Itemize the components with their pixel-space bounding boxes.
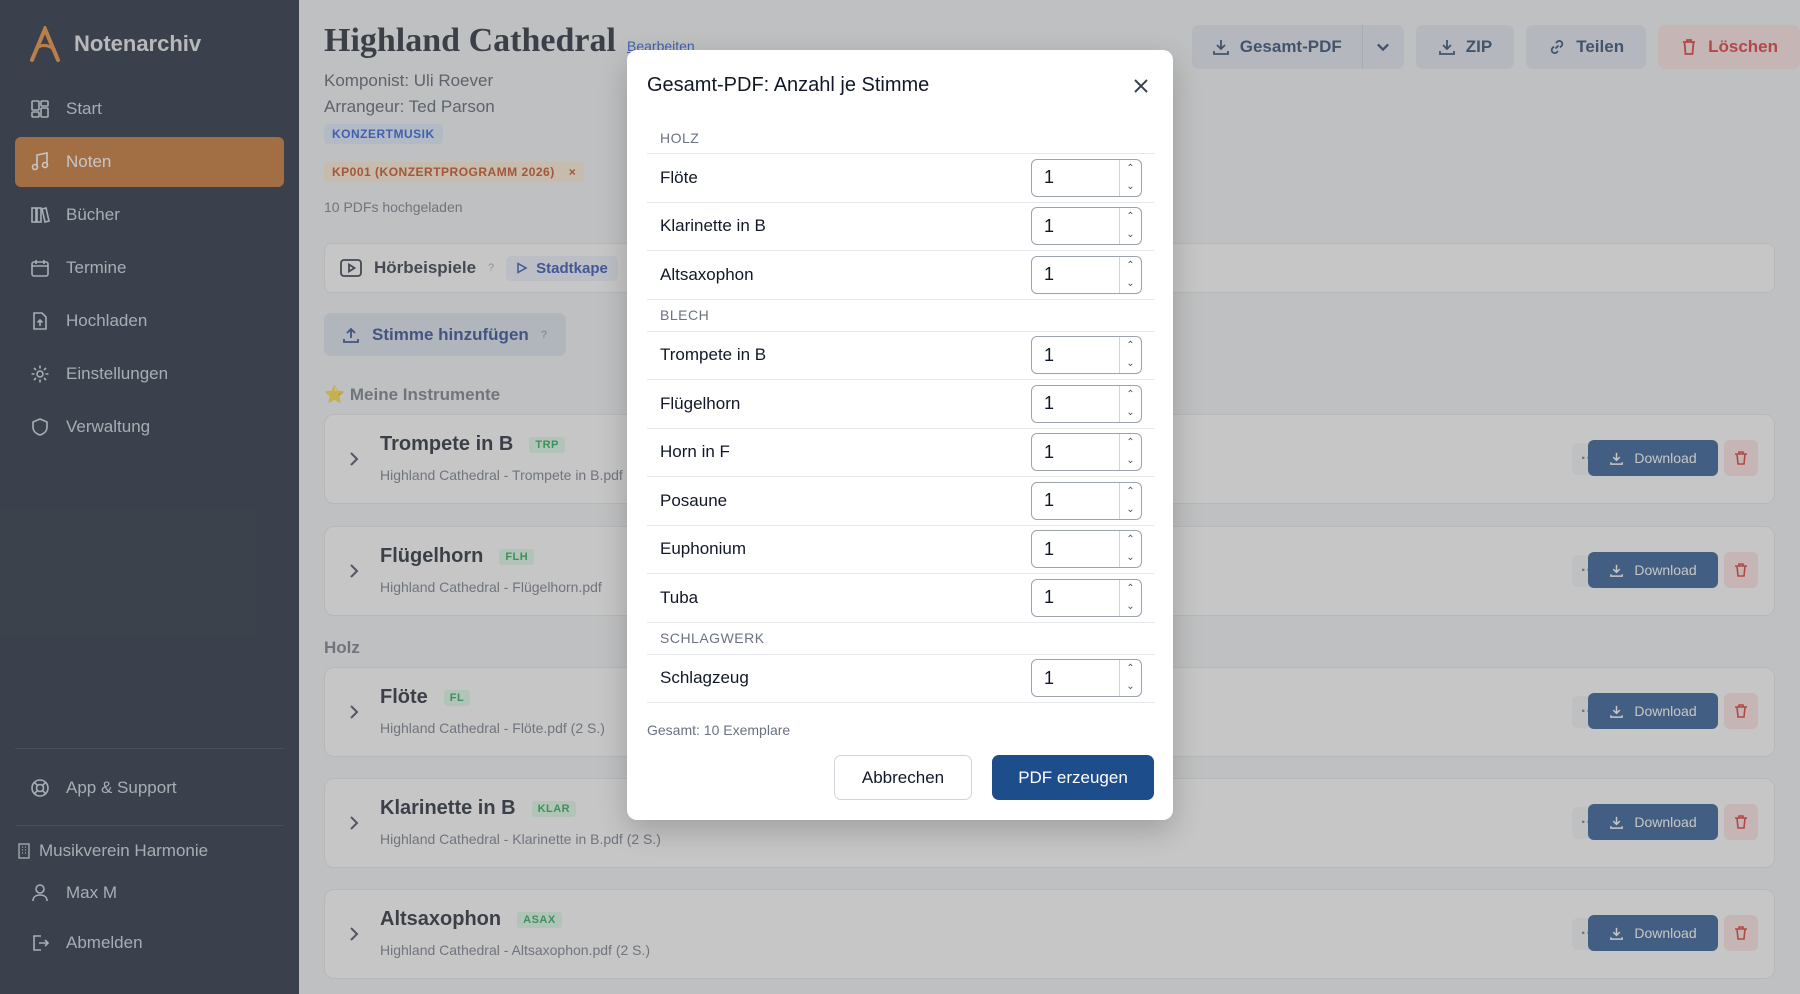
quantity-value[interactable]: 1 xyxy=(1032,490,1119,511)
dialog-title: Gesamt-PDF: Anzahl je Stimme xyxy=(647,74,930,96)
quantity-stepper[interactable]: 1 ⌃ ⌄ xyxy=(1031,336,1142,375)
quantity-value[interactable]: 1 xyxy=(1032,442,1119,463)
chevron-down-icon[interactable]: ⌄ xyxy=(1126,601,1134,612)
quantity-value[interactable]: 1 xyxy=(1032,264,1119,285)
stepper-arrows[interactable]: ⌃ ⌄ xyxy=(1119,434,1141,471)
quantity-stepper[interactable]: 1 ⌃ ⌄ xyxy=(1031,481,1142,520)
count-row: Horn in F 1 ⌃ ⌄ xyxy=(647,429,1154,477)
count-label: Schlagzeug xyxy=(660,668,749,688)
chevron-up-icon[interactable]: ⌃ xyxy=(1126,163,1134,174)
group-header: HOLZ xyxy=(647,122,1154,154)
quantity-value[interactable]: 1 xyxy=(1032,668,1119,689)
chevron-up-icon[interactable]: ⌃ xyxy=(1126,583,1134,594)
chevron-up-icon[interactable]: ⌃ xyxy=(1126,389,1134,400)
chevron-up-icon[interactable]: ⌃ xyxy=(1126,341,1134,351)
stepper-arrows[interactable]: ⌃ ⌄ xyxy=(1119,256,1141,293)
chevron-down-icon[interactable]: ⌄ xyxy=(1126,359,1134,369)
count-label: Tuba xyxy=(660,587,699,607)
count-row: Flügelhorn 1 ⌃ ⌄ xyxy=(647,380,1154,429)
chevron-up-icon[interactable]: ⌃ xyxy=(1126,486,1134,497)
chevron-up-icon[interactable]: ⌃ xyxy=(1126,438,1134,448)
stepper-arrows[interactable]: ⌃ ⌄ xyxy=(1119,579,1141,616)
chevron-down-icon[interactable]: ⌄ xyxy=(1126,456,1134,466)
count-label: Posaune xyxy=(660,490,728,510)
quantity-value[interactable]: 1 xyxy=(1032,539,1119,560)
count-label: Flügelhorn xyxy=(660,393,741,413)
chevron-down-icon[interactable]: ⌄ xyxy=(1126,278,1134,289)
chevron-down-icon[interactable]: ⌄ xyxy=(1126,553,1134,563)
voice-count-list: HOLZ Flöte 1 ⌃ ⌄ Klarinette in B 1 ⌃ ⌄ Altsaxo… xyxy=(647,122,1154,703)
count-label: Trompete in B xyxy=(660,345,767,365)
quantity-stepper[interactable]: 1 ⌃ ⌄ xyxy=(1031,433,1142,472)
count-row: Tuba 1 ⌃ ⌄ xyxy=(647,574,1154,623)
pdf-count-dialog: Gesamt-PDF: Anzahl je Stimme HOLZ Flöte 1… xyxy=(627,50,1173,820)
chevron-down-icon[interactable]: ⌄ xyxy=(1126,504,1134,515)
count-row: Schlagzeug 1 ⌃ ⌄ xyxy=(647,655,1154,703)
count-row: Posaune 1 ⌃ ⌄ xyxy=(647,477,1154,526)
quantity-value[interactable]: 1 xyxy=(1032,345,1119,366)
quantity-value[interactable]: 1 xyxy=(1032,216,1119,237)
close-icon[interactable] xyxy=(1131,76,1151,96)
group-header: SCHLAGWERK xyxy=(647,623,1154,655)
quantity-stepper[interactable]: 1 ⌃ ⌄ xyxy=(1031,255,1142,294)
chevron-up-icon[interactable]: ⌃ xyxy=(1126,260,1134,271)
quantity-stepper[interactable]: 1 ⌃ ⌄ xyxy=(1031,578,1142,617)
count-label: Horn in F xyxy=(660,442,730,462)
quantity-stepper[interactable]: 1 ⌃ ⌄ xyxy=(1031,158,1142,197)
count-label: Klarinette in B xyxy=(660,216,766,236)
stepper-arrows[interactable]: ⌃ ⌄ xyxy=(1119,337,1141,374)
chevron-up-icon[interactable]: ⌃ xyxy=(1126,664,1134,674)
quantity-stepper[interactable]: 1 ⌃ ⌄ xyxy=(1031,384,1142,423)
chevron-down-icon[interactable]: ⌄ xyxy=(1126,682,1134,692)
count-label: Altsaxophon xyxy=(660,264,754,284)
count-label: Euphonium xyxy=(660,539,747,559)
stepper-arrows[interactable]: ⌃ ⌄ xyxy=(1119,385,1141,422)
count-label: Flöte xyxy=(660,167,698,187)
count-row: Euphonium 1 ⌃ ⌄ xyxy=(647,526,1154,574)
group-header: BLECH xyxy=(647,300,1154,332)
generate-pdf-button[interactable]: PDF erzeugen xyxy=(992,755,1154,800)
chevron-up-icon[interactable]: ⌃ xyxy=(1126,212,1134,222)
stepper-arrows[interactable]: ⌃ ⌄ xyxy=(1119,660,1141,697)
chevron-down-icon[interactable]: ⌄ xyxy=(1126,181,1134,192)
count-row: Flöte 1 ⌃ ⌄ xyxy=(647,154,1154,203)
chevron-down-icon[interactable]: ⌄ xyxy=(1126,230,1134,240)
stepper-arrows[interactable]: ⌃ ⌄ xyxy=(1119,159,1141,196)
stepper-arrows[interactable]: ⌃ ⌄ xyxy=(1119,531,1141,568)
cancel-button[interactable]: Abbrechen xyxy=(834,755,972,800)
count-row: Klarinette in B 1 ⌃ ⌄ xyxy=(647,203,1154,251)
quantity-stepper[interactable]: 1 ⌃ ⌄ xyxy=(1031,530,1142,569)
count-row: Altsaxophon 1 ⌃ ⌄ xyxy=(647,251,1154,300)
total-copies: Gesamt: 10 Exemplare xyxy=(647,722,791,738)
stepper-arrows[interactable]: ⌃ ⌄ xyxy=(1119,482,1141,519)
quantity-value[interactable]: 1 xyxy=(1032,393,1119,414)
quantity-value[interactable]: 1 xyxy=(1032,587,1119,608)
chevron-down-icon[interactable]: ⌄ xyxy=(1126,407,1134,418)
chevron-up-icon[interactable]: ⌃ xyxy=(1126,535,1134,545)
quantity-stepper[interactable]: 1 ⌃ ⌄ xyxy=(1031,659,1142,698)
count-row: Trompete in B 1 ⌃ ⌄ xyxy=(647,332,1154,380)
quantity-value[interactable]: 1 xyxy=(1032,167,1119,188)
quantity-stepper[interactable]: 1 ⌃ ⌄ xyxy=(1031,207,1142,246)
stepper-arrows[interactable]: ⌃ ⌄ xyxy=(1119,208,1141,245)
